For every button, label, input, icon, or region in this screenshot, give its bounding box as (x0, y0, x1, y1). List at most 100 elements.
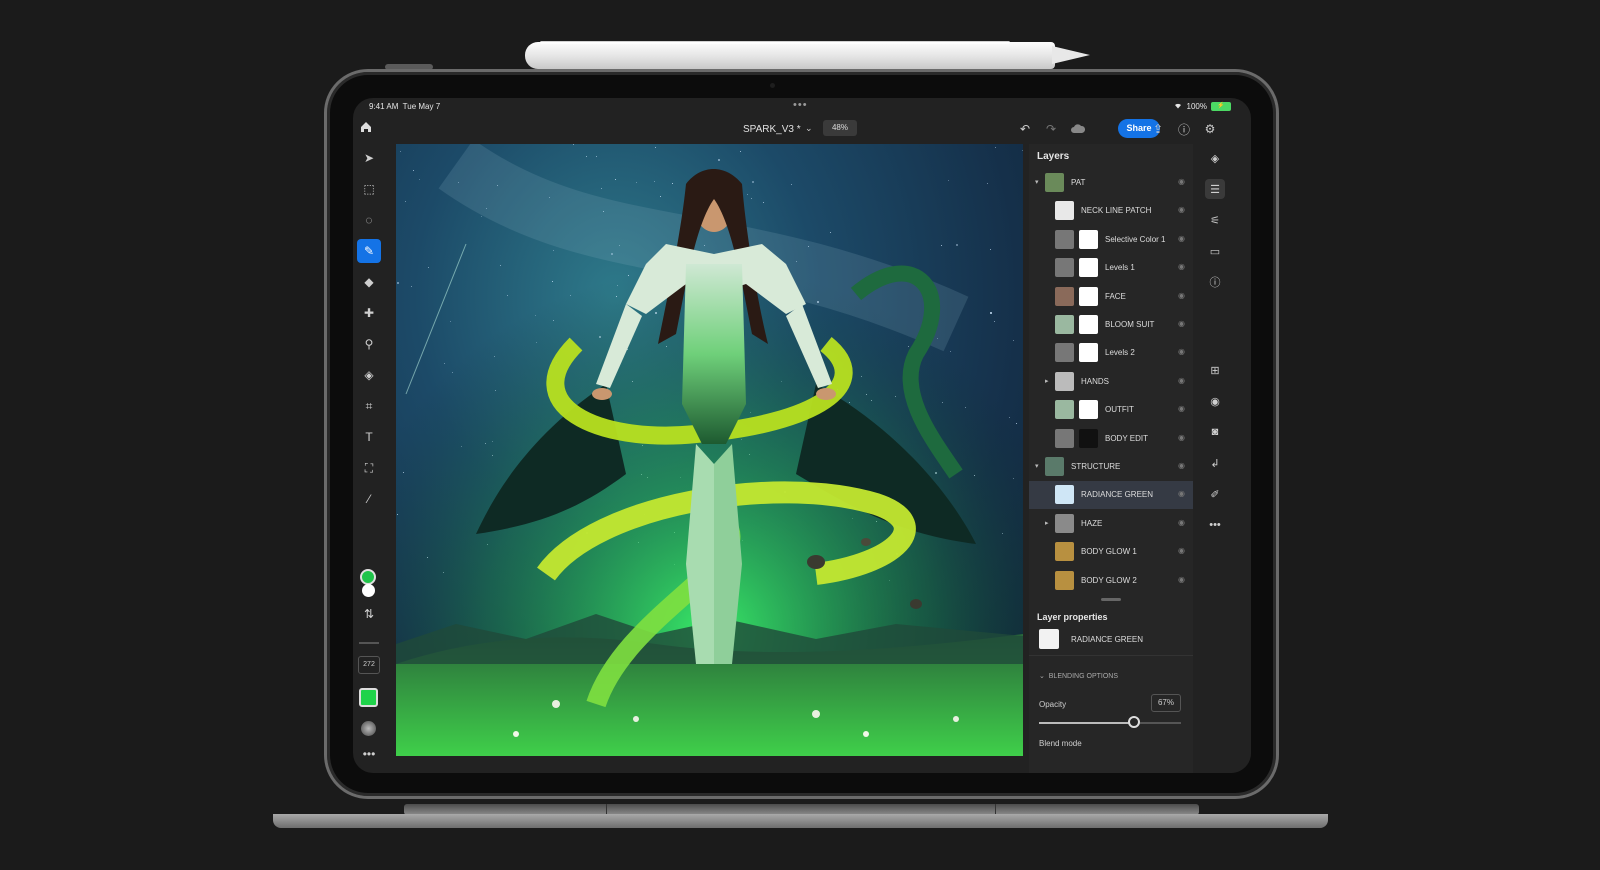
layer-row[interactable]: ▾ STRUCTURE ◉ (1029, 453, 1193, 481)
eraser-tool-icon[interactable]: ◆ (357, 270, 381, 294)
zoom-level[interactable]: 48% (823, 120, 857, 136)
opacity-input[interactable]: 67% (1151, 694, 1181, 712)
layer-row[interactable]: ▸ HAZE ◉ (1029, 510, 1193, 538)
blending-options-toggle[interactable]: ⌄ BLENDING OPTIONS (1039, 672, 1118, 680)
eye-icon[interactable]: ◉ (1178, 319, 1185, 328)
layer-row[interactable]: Levels 1 ◉ (1029, 254, 1193, 282)
eye-icon[interactable]: ◉ (1178, 234, 1185, 243)
opacity-slider[interactable] (1039, 722, 1181, 724)
status-bar: 9:41 AM Tue May 7 ••• 100% ⚡ (353, 98, 1251, 116)
layer-row[interactable]: Levels 2 ◉ (1029, 339, 1193, 367)
ipad-screen: 9:41 AM Tue May 7 ••• 100% ⚡ SPARK_V3 * … (353, 98, 1251, 773)
layer-thumbnail (1055, 229, 1074, 249)
cloud-icon[interactable] (1069, 120, 1087, 138)
clone-stamp-icon[interactable]: ⚲ (357, 332, 381, 356)
layer-properties-icon[interactable]: ☰ (1205, 179, 1225, 199)
layer-row[interactable]: BODY GLOW 2 ◉ (1029, 567, 1193, 595)
layer-name: NECK LINE PATCH (1081, 206, 1152, 216)
undo-icon[interactable]: ↶ (1016, 120, 1034, 138)
home-icon[interactable] (359, 120, 377, 138)
eye-icon[interactable]: ◉ (1178, 518, 1185, 527)
layer-row[interactable]: BLOOM SUIT ◉ (1029, 311, 1193, 339)
eye-icon[interactable]: ◉ (1178, 433, 1185, 442)
eye-icon[interactable]: ◉ (1178, 461, 1185, 470)
more-options-icon[interactable]: ••• (1205, 515, 1225, 535)
collapse-caret-icon[interactable]: ▸ (1045, 519, 1049, 527)
layer-thumbnail (1055, 428, 1074, 448)
layer-thumbnail (1045, 457, 1064, 476)
layer-name: RADIANCE GREEN (1081, 490, 1154, 500)
layer-mask-thumbnail (1079, 258, 1098, 278)
layer-row[interactable]: BODY EDIT ◉ (1029, 425, 1193, 453)
lasso-tool-icon[interactable]: ◌ (357, 208, 381, 232)
layer-row[interactable]: ▾ PAT ◉ (1029, 169, 1193, 197)
layer-name: BLOOM SUIT (1105, 320, 1155, 329)
layer-row[interactable]: OUTFIT ◉ (1029, 396, 1193, 424)
status-clock: 9:41 AM (369, 102, 399, 111)
crop-tool-icon[interactable]: ⌗ (357, 394, 381, 418)
swap-colors-icon[interactable]: ⇅ (357, 602, 381, 626)
eye-icon[interactable]: ◉ (1178, 347, 1185, 356)
place-image-icon[interactable]: ⛶ (357, 456, 381, 480)
multitask-dots-icon[interactable]: ••• (793, 99, 808, 111)
background-color-swatch[interactable] (362, 584, 375, 597)
fx-brush-icon[interactable]: ✐ (1205, 484, 1225, 504)
document-canvas[interactable] (396, 144, 1023, 756)
foreground-color-swatch[interactable] (360, 569, 376, 585)
layer-row[interactable]: ▸ HANDS ◉ (1029, 368, 1193, 396)
layer-thumbnail (1055, 315, 1074, 334)
eye-icon[interactable]: ◉ (1178, 262, 1185, 271)
eye-icon[interactable]: ◉ (1178, 404, 1185, 413)
panel-resize-handle[interactable] (1101, 598, 1121, 601)
transform-tool-icon[interactable]: ⬚ (357, 177, 381, 201)
properties-divider (1029, 655, 1193, 656)
opacity-slider-knob[interactable] (1128, 716, 1141, 728)
healing-tool-icon[interactable]: ✚ (357, 301, 381, 325)
adjustments-icon[interactable]: ⚟ (1205, 210, 1225, 230)
chevron-down-icon[interactable]: ⌄ (805, 123, 813, 134)
battery-icon: ⚡ (1211, 101, 1231, 111)
layer-row[interactable]: Selective Color 1 ◉ (1029, 226, 1193, 254)
layer-row[interactable]: RADIANCE GREEN ◉ (1029, 481, 1193, 510)
eye-icon[interactable]: ◉ (1178, 177, 1185, 186)
help-icon[interactable]: ⓘ (1175, 120, 1193, 138)
eye-icon[interactable]: ◉ (1178, 291, 1185, 300)
brush-hardness-icon[interactable] (361, 721, 376, 736)
eyedropper-icon[interactable]: ⁄ (357, 487, 381, 511)
layers-stack-icon[interactable]: ◈ (1205, 148, 1225, 168)
eye-icon[interactable]: ◉ (1178, 205, 1185, 214)
eye-icon[interactable]: ◉ (1178, 376, 1185, 385)
add-layer-icon[interactable]: ⊞ (1205, 360, 1225, 380)
type-tool-icon[interactable]: T (357, 425, 381, 449)
expand-caret-icon[interactable]: ▾ (1035, 178, 1039, 186)
layer-row[interactable]: BODY GLOW 1 ◉ (1029, 538, 1193, 566)
visibility-eye-icon[interactable]: ◉ (1205, 391, 1225, 411)
expand-caret-icon[interactable]: ▾ (1035, 462, 1039, 470)
layer-thumbnail (1055, 513, 1074, 533)
layer-properties-name: RADIANCE GREEN (1071, 635, 1144, 644)
layer-name: BODY EDIT (1105, 433, 1148, 443)
eye-icon[interactable]: ◉ (1178, 575, 1185, 584)
document-title[interactable]: SPARK_V3 * (743, 124, 801, 135)
layer-row[interactable]: NECK LINE PATCH ◉ (1029, 197, 1193, 225)
layer-name: Levels 2 (1105, 348, 1135, 358)
paint-bucket-icon[interactable]: ◈ (357, 363, 381, 387)
export-icon[interactable]: ⇪ (1149, 120, 1167, 138)
brush-color-chip[interactable] (359, 688, 378, 707)
layer-properties-title: Layer properties (1037, 612, 1108, 622)
redo-icon[interactable]: ↷ (1042, 120, 1060, 138)
info-icon[interactable]: ⓘ (1205, 272, 1225, 292)
more-tools-icon[interactable]: ••• (357, 742, 381, 766)
move-tool-icon[interactable]: ➤ (357, 146, 381, 170)
mask-icon[interactable]: ◙ (1205, 422, 1225, 442)
comments-icon[interactable]: ▭ (1205, 241, 1225, 261)
settings-gear-icon[interactable]: ⚙ (1201, 120, 1219, 138)
brush-size[interactable]: 272 (358, 656, 380, 674)
blend-mode-label[interactable]: Blend mode (1039, 739, 1082, 748)
collapse-caret-icon[interactable]: ▸ (1045, 377, 1049, 385)
brush-tool-icon[interactable]: ✎ (357, 239, 381, 263)
clip-layer-icon[interactable]: ↲ (1205, 453, 1225, 473)
eye-icon[interactable]: ◉ (1178, 489, 1185, 498)
eye-icon[interactable]: ◉ (1178, 546, 1185, 555)
layer-row[interactable]: FACE ◉ (1029, 283, 1193, 311)
